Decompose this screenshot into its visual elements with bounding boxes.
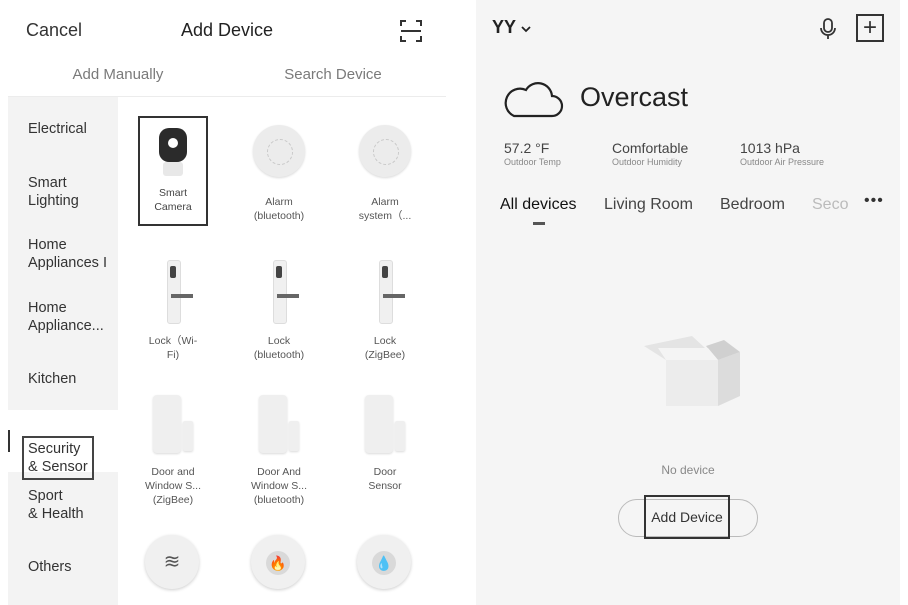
add-device-label[interactable]: Add Device [644, 495, 730, 539]
device-smoke-sensor[interactable]: 🔥 [238, 535, 318, 589]
category-electrical[interactable]: Electrical [8, 120, 118, 138]
category-security-sensor[interactable]: Security & Sensor [8, 410, 118, 480]
category-home-appliances[interactable]: Home Appliances I [8, 236, 118, 272]
flame-icon: 🔥 [251, 535, 305, 589]
top-bar: Add Device Cancel [8, 0, 446, 62]
door-sensor-icon [143, 395, 203, 455]
tab-living-room[interactable]: Living Room [604, 196, 693, 214]
category-smart-lighting[interactable]: Smart Lighting [8, 174, 118, 210]
device-alarm-bluetooth[interactable]: Alarm (bluetooth) [229, 125, 329, 223]
device-lock-zigbee[interactable]: Lock (ZigBee) [335, 260, 435, 362]
category-list: Electrical Smart Lighting Home Appliance… [8, 97, 118, 605]
device-door-window-zigbee[interactable]: Door and Window S... (ZigBee) [123, 395, 223, 507]
device-grid: Smart Camera Alarm (bluetooth) Alarm sys… [118, 97, 446, 605]
selected-category-highlight: Security & Sensor [22, 436, 94, 480]
outdoor-humidity-value: Comfortable [612, 140, 689, 156]
active-category-indicator [8, 430, 10, 452]
lock-icon [373, 260, 405, 324]
device-alarm-system[interactable]: Alarm system（... [335, 125, 435, 223]
device-door-sensor[interactable]: Door Sensor [335, 395, 435, 493]
category-others[interactable]: Others [8, 558, 118, 576]
empty-state-text: No device [661, 463, 715, 477]
alarm-system-icon [359, 125, 411, 177]
home-selector[interactable]: YY [492, 17, 531, 38]
door-sensor-icon [355, 395, 415, 455]
device-smart-camera[interactable]: Smart Camera [138, 116, 208, 226]
add-icon[interactable]: + [856, 14, 884, 42]
category-kitchen[interactable]: Kitchen [8, 370, 118, 388]
more-icon[interactable]: ••• [864, 192, 884, 210]
outdoor-pressure-label: Outdoor Air Pressure [740, 157, 825, 167]
tab-all-devices[interactable]: All devices [500, 196, 576, 214]
device-leak-sensor[interactable]: 💧 [344, 535, 424, 589]
water-drop-icon: 💧 [357, 535, 411, 589]
tab-search-device[interactable]: Search Device [233, 66, 433, 83]
device-door-window-bluetooth[interactable]: Door And Window S... (bluetooth) [229, 395, 329, 507]
chevron-down-icon [521, 26, 531, 33]
tab-add-manually[interactable]: Add Manually [18, 66, 218, 83]
home-screen: YY + Overcast 57.2 °F Outdoor Temp Comfo… [476, 0, 900, 605]
outdoor-humidity-label: Outdoor Humidity [612, 157, 683, 167]
active-tab-indicator [533, 222, 545, 225]
lock-icon [161, 260, 193, 324]
category-sport-health[interactable]: Sport & Health [8, 487, 118, 523]
empty-box-icon [644, 336, 740, 406]
outdoor-temp-label: Outdoor Temp [504, 157, 561, 167]
cancel-button[interactable]: Cancel [26, 20, 82, 41]
scan-icon[interactable] [400, 20, 422, 42]
alarm-icon [253, 125, 305, 177]
category-home-appliance-2[interactable]: Home Appliance... [8, 299, 118, 335]
outdoor-pressure-value: 1013 hPa [740, 140, 800, 156]
microphone-icon[interactable] [818, 18, 838, 40]
lock-icon [267, 260, 299, 324]
water-leak-icon: ≋ [145, 535, 199, 589]
device-lock-wifi[interactable]: Lock（Wi- Fi) [123, 260, 223, 362]
device-lock-bluetooth[interactable]: Lock (bluetooth) [229, 260, 329, 362]
smart-camera-icon [153, 126, 193, 182]
device-water-sensor[interactable]: ≋ [132, 535, 212, 589]
door-sensor-icon [249, 395, 309, 455]
tab-bedroom[interactable]: Bedroom [720, 196, 785, 214]
cloud-icon [504, 82, 564, 118]
add-device-screen: Add Device Cancel Add Manually Search De… [8, 0, 446, 605]
outdoor-temp-value: 57.2 °F [504, 140, 550, 156]
weather-condition: Overcast [580, 82, 689, 112]
tab-second-bedroom[interactable]: Seco [812, 196, 848, 214]
